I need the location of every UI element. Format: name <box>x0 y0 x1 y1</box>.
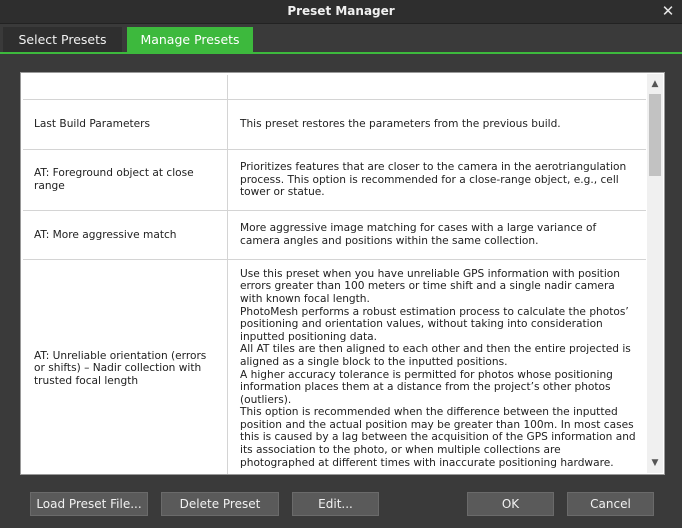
preset-list-panel: Last Build Parameters This preset restor… <box>20 72 665 475</box>
load-preset-file-button[interactable]: Load Preset File... <box>30 492 148 516</box>
preset-name: AT: More aggressive match <box>23 211 228 259</box>
preset-description <box>228 75 646 99</box>
scrollbar-thumb[interactable] <box>649 94 661 176</box>
description-paragraph: Prioritizes features that are closer to … <box>240 161 627 199</box>
preset-description: More aggressive image matching for cases… <box>228 211 646 259</box>
close-icon[interactable]: ✕ <box>660 3 676 19</box>
edit-button[interactable]: Edit... <box>292 492 379 516</box>
preset-description: This preset restores the parameters from… <box>228 100 646 149</box>
description-paragraph: A higher accuracy tolerance is permitted… <box>240 368 613 406</box>
chevron-up-icon[interactable]: ▲ <box>647 76 663 92</box>
table-row[interactable] <box>23 75 646 100</box>
preset-description: Use this preset when you have unreliable… <box>228 260 646 474</box>
window-title: Preset Manager <box>287 4 395 18</box>
preset-description: Prioritizes features that are closer to … <box>228 150 646 210</box>
table-row[interactable]: AT: Foreground object at close range Pri… <box>23 150 646 211</box>
description-paragraph: Use this preset when you have unreliable… <box>240 267 620 305</box>
preset-name: Last Build Parameters <box>23 100 228 149</box>
preset-name: AT: Foreground object at close range <box>23 150 228 210</box>
cancel-button[interactable]: Cancel <box>567 492 654 516</box>
chevron-down-icon[interactable]: ▼ <box>647 455 663 471</box>
preset-table: Last Build Parameters This preset restor… <box>23 75 646 474</box>
title-bar: Preset Manager ✕ <box>0 0 682 24</box>
description-paragraph: More aggressive image matching for cases… <box>240 222 597 247</box>
tab-underline <box>0 52 682 54</box>
table-row[interactable]: AT: More aggressive match More aggressiv… <box>23 211 646 260</box>
tab-manage-presets[interactable]: Manage Presets <box>127 27 253 53</box>
description-paragraph: This preset restores the parameters from… <box>240 118 561 131</box>
description-paragraph: This option is recommended when the diff… <box>240 406 636 469</box>
preset-name: AT: Unreliable orientation (errors or sh… <box>23 260 228 474</box>
ok-button[interactable]: OK <box>467 492 554 516</box>
tab-select-presets[interactable]: Select Presets <box>3 27 122 53</box>
description-paragraph: PhotoMesh performs a robust estimation p… <box>240 305 629 343</box>
delete-preset-button[interactable]: Delete Preset <box>161 492 279 516</box>
table-row[interactable]: AT: Unreliable orientation (errors or sh… <box>23 260 646 474</box>
preset-name <box>23 75 228 99</box>
description-paragraph: All AT tiles are then aligned to each ot… <box>240 343 631 368</box>
vertical-scrollbar[interactable]: ▲ ▼ <box>647 74 663 473</box>
table-row[interactable]: Last Build Parameters This preset restor… <box>23 100 646 150</box>
tab-bar: Select Presets Manage Presets <box>0 27 682 53</box>
